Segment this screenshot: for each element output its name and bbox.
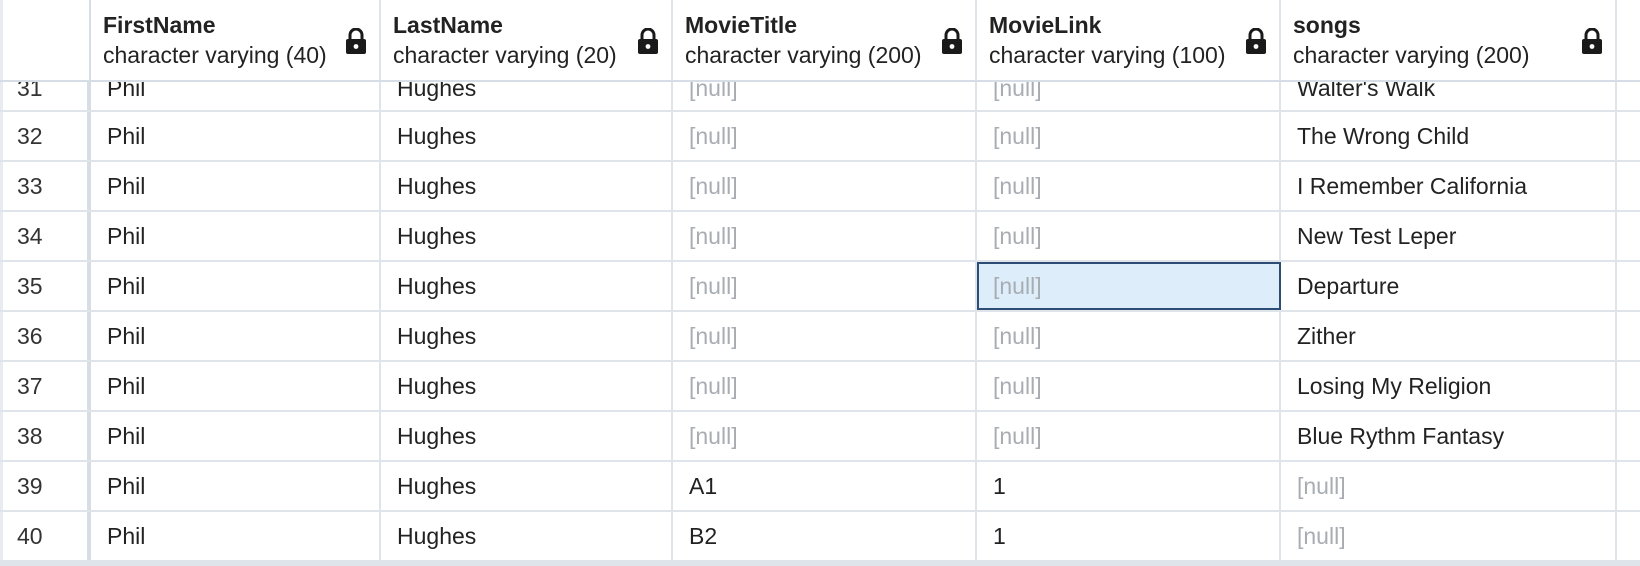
row-number[interactable]: 35	[0, 262, 91, 310]
table-row[interactable]: 39 Phil Hughes A1 1 [null]	[0, 462, 1640, 512]
cell-songs[interactable]: Losing My Religion	[1281, 362, 1617, 410]
table-row[interactable]: 38 Phil Hughes [null] [null] Blue Rythm Fanta…	[0, 412, 1640, 462]
cell-lastname[interactable]: Hughes	[381, 462, 673, 510]
grid-body: 31 Phil Hughes [null] [null] Walter's Walk 32 P…	[0, 70, 1640, 562]
cell-songs[interactable]: Zither	[1281, 312, 1617, 360]
column-header-movielink[interactable]: MovieLink character varying (100)	[977, 0, 1281, 80]
cell-firstname[interactable]: Phil	[91, 162, 381, 210]
column-name: songs	[1293, 12, 1361, 38]
cell-movielink[interactable]: 1	[977, 462, 1281, 510]
cell-firstname[interactable]: Phil	[91, 412, 381, 460]
cell-songs[interactable]: [null]	[1281, 512, 1617, 560]
cell-firstname[interactable]: Phil	[91, 362, 381, 410]
cell-lastname[interactable]: Hughes	[381, 512, 673, 560]
cell-movielink[interactable]: [null]	[977, 312, 1281, 360]
table-row[interactable]: 36 Phil Hughes [null] [null] Zither	[0, 312, 1640, 362]
cell-lastname[interactable]: Hughes	[381, 212, 673, 260]
cell-songs[interactable]: The Wrong Child	[1281, 112, 1617, 160]
column-type: character varying (20)	[393, 42, 617, 68]
lock-icon	[1582, 28, 1602, 54]
table-row[interactable]: 40 Phil Hughes B2 1 [null]	[0, 512, 1640, 562]
cell-movielink[interactable]: [null]	[977, 262, 1281, 310]
column-header-songs[interactable]: songs character varying (200)	[1281, 0, 1617, 80]
cell-movietitle[interactable]: [null]	[673, 112, 977, 160]
cell-movietitle[interactable]: [null]	[673, 312, 977, 360]
cell-movietitle[interactable]: A1	[673, 462, 977, 510]
lock-icon	[1246, 28, 1266, 54]
cell-movielink[interactable]: [null]	[977, 212, 1281, 260]
row-number[interactable]: 36	[0, 312, 91, 360]
cell-movielink[interactable]: 1	[977, 512, 1281, 560]
row-number-header[interactable]	[0, 0, 91, 80]
cell-firstname[interactable]: Phil	[91, 312, 381, 360]
cell-firstname[interactable]: Phil	[91, 512, 381, 560]
cell-lastname[interactable]: Hughes	[381, 162, 673, 210]
cell-songs[interactable]: Departure	[1281, 262, 1617, 310]
cell-songs[interactable]: New Test Leper	[1281, 212, 1617, 260]
row-number[interactable]: 39	[0, 462, 91, 510]
column-name: MovieTitle	[685, 12, 798, 38]
cell-movietitle[interactable]: [null]	[673, 262, 977, 310]
lock-icon	[942, 28, 962, 54]
column-name: MovieLink	[989, 12, 1102, 38]
cell-movielink[interactable]: [null]	[977, 362, 1281, 410]
lock-icon	[638, 28, 658, 54]
cell-movietitle[interactable]: B2	[673, 512, 977, 560]
grid-header: FirstName character varying (40) LastNam…	[0, 0, 1640, 82]
cell-movietitle[interactable]: [null]	[673, 412, 977, 460]
cell-movielink[interactable]: [null]	[977, 412, 1281, 460]
cell-lastname[interactable]: Hughes	[381, 112, 673, 160]
table-row[interactable]: 32 Phil Hughes [null] [null] The Wrong Child	[0, 112, 1640, 162]
data-grid: FirstName character varying (40) LastNam…	[0, 0, 1640, 566]
row-number[interactable]: 32	[0, 112, 91, 160]
cell-lastname[interactable]: Hughes	[381, 412, 673, 460]
row-number[interactable]: 33	[0, 162, 91, 210]
cell-movietitle[interactable]: [null]	[673, 362, 977, 410]
cell-songs[interactable]: I Remember California	[1281, 162, 1617, 210]
cell-movielink[interactable]: [null]	[977, 162, 1281, 210]
column-type: character varying (200)	[685, 42, 922, 68]
column-type: character varying (100)	[989, 42, 1226, 68]
column-header-movietitle[interactable]: MovieTitle character varying (200)	[673, 0, 977, 80]
cell-movietitle[interactable]: [null]	[673, 162, 977, 210]
column-header-lastname[interactable]: LastName character varying (20)	[381, 0, 673, 80]
row-number[interactable]: 40	[0, 512, 91, 560]
cell-lastname[interactable]: Hughes	[381, 362, 673, 410]
table-row[interactable]: 34 Phil Hughes [null] [null] New Test Leper	[0, 212, 1640, 262]
cell-firstname[interactable]: Phil	[91, 112, 381, 160]
column-header-firstname[interactable]: FirstName character varying (40)	[91, 0, 381, 80]
column-name: LastName	[393, 12, 503, 38]
horizontal-scrollbar[interactable]	[0, 562, 1640, 566]
cell-lastname[interactable]: Hughes	[381, 262, 673, 310]
column-name: FirstName	[103, 12, 216, 38]
cell-songs[interactable]: Blue Rythm Fantasy	[1281, 412, 1617, 460]
cell-lastname[interactable]: Hughes	[381, 312, 673, 360]
cell-firstname[interactable]: Phil	[91, 462, 381, 510]
column-type: character varying (200)	[1293, 42, 1530, 68]
table-row[interactable]: 35 Phil Hughes [null] [null] Departure	[0, 262, 1640, 312]
cell-firstname[interactable]: Phil	[91, 262, 381, 310]
column-type: character varying (40)	[103, 42, 327, 68]
cell-movielink[interactable]: [null]	[977, 112, 1281, 160]
cell-movietitle[interactable]: [null]	[673, 212, 977, 260]
cell-firstname[interactable]: Phil	[91, 212, 381, 260]
cell-songs[interactable]: [null]	[1281, 462, 1617, 510]
table-row[interactable]: 33 Phil Hughes [null] [null] I Remember Calif…	[0, 162, 1640, 212]
row-number[interactable]: 38	[0, 412, 91, 460]
table-row[interactable]: 37 Phil Hughes [null] [null] Losing My Religi…	[0, 362, 1640, 412]
row-number[interactable]: 37	[0, 362, 91, 410]
row-number[interactable]: 34	[0, 212, 91, 260]
lock-icon	[346, 28, 366, 54]
